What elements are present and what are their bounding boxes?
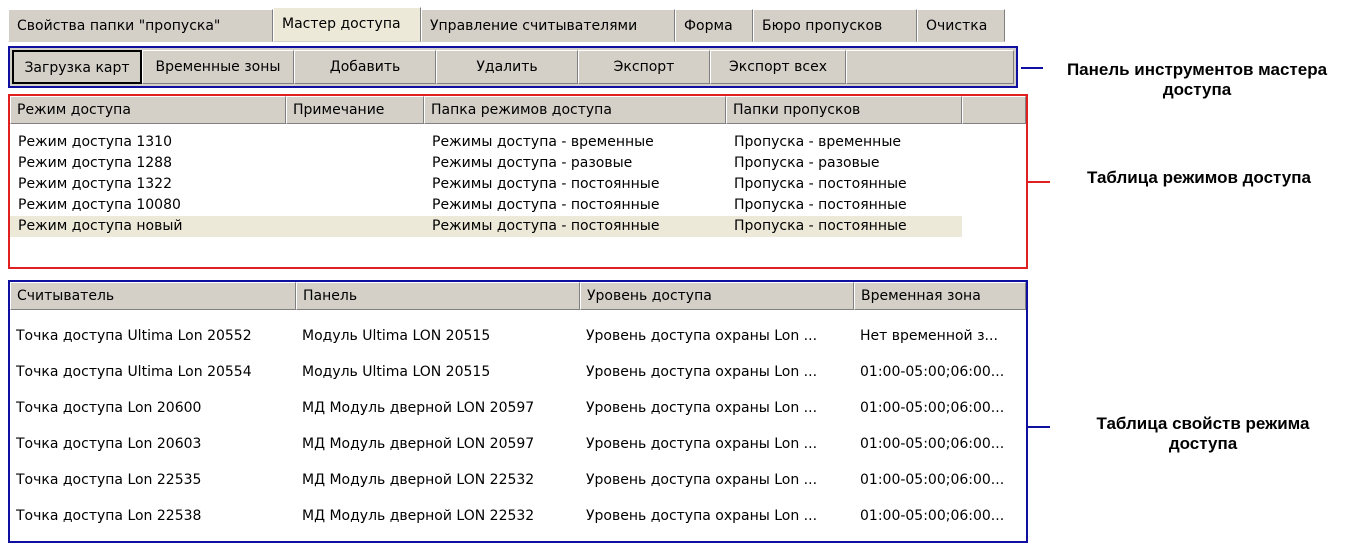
mode-name-cell: Режим доступа 1322 <box>18 176 172 192</box>
tab-folder-properties[interactable]: Свойства папки "пропуска" <box>8 9 273 42</box>
column-header-mode[interactable]: Режим доступа <box>10 96 286 124</box>
pass-folder-cell: Пропуска - постоянные <box>726 216 962 237</box>
table-row[interactable]: Точка доступа Lon 20603 МД Модуль дверной… <box>10 426 1026 462</box>
panel-cell: МД Модуль дверной LON 22532 <box>302 472 535 488</box>
reader-cell: Точка доступа Lon 22538 <box>16 508 202 524</box>
column-header-empty <box>962 96 1026 124</box>
mode-folder-cell: Режимы доступа - разовые <box>432 155 633 171</box>
add-button[interactable]: Добавить <box>294 50 436 84</box>
table-row[interactable]: Точка доступа Lon 22538 МД Модуль дверной… <box>10 498 1026 534</box>
access-level-cell: Уровень доступа охраны Lon ... <box>586 436 818 452</box>
table-row[interactable]: Режим доступа новый Режимы доступа - пост… <box>10 216 1026 237</box>
time-zone-cell: Нет временной з... <box>860 328 998 344</box>
modes-table-callout: Таблица режимов доступа <box>1087 168 1311 187</box>
time-zone-cell: 01:00-05:00;06:00... <box>860 364 1005 380</box>
export-button[interactable]: Экспорт <box>578 50 710 84</box>
mode-folder-cell: Режимы доступа - постоянные <box>432 176 660 192</box>
time-zone-cell: 01:00-05:00;06:00... <box>860 472 1005 488</box>
modes-pointer-line <box>1028 181 1050 183</box>
table-row[interactable]: Режим доступа 10080 Режимы доступа - пост… <box>10 195 1026 216</box>
table-row[interactable]: Точка доступа Ultima Lon 20554 Модуль Ult… <box>10 354 1026 390</box>
toolbar-pointer-line <box>1021 67 1043 69</box>
access-modes-table: Режим доступа Примечание Папка режимов д… <box>8 94 1028 269</box>
column-header-reader[interactable]: Считыватель <box>10 282 296 310</box>
column-header-mode-folder[interactable]: Папка режимов доступа <box>424 96 726 124</box>
time-zone-cell: 01:00-05:00;06:00... <box>860 400 1005 416</box>
reader-cell: Точка доступа Ultima Lon 20554 <box>16 364 252 380</box>
mode-name-cell: Режим доступа 10080 <box>18 197 181 213</box>
mode-note-cell <box>286 153 424 174</box>
column-header-time-zone[interactable]: Временная зона <box>854 282 1026 310</box>
pass-folder-cell: Пропуска - временные <box>734 134 902 150</box>
panel-cell: Модуль Ultima LON 20515 <box>302 328 491 344</box>
mode-folder-cell: Режимы доступа - постоянные <box>432 197 660 213</box>
delete-button[interactable]: Удалить <box>436 50 578 84</box>
mode-name-cell: Режим доступа 1310 <box>18 134 172 150</box>
time-zone-cell: 01:00-05:00;06:00... <box>860 436 1005 452</box>
props-table-callout: Таблица свойств режима доступа <box>1096 414 1310 453</box>
time-zones-button[interactable]: Временные зоны <box>142 50 294 84</box>
column-header-note[interactable]: Примечание <box>286 96 424 124</box>
tab-reader-management[interactable]: Управление считывателями <box>421 9 675 42</box>
reader-cell: Точка доступа Lon 20600 <box>16 400 202 416</box>
panel-cell: МД Модуль дверной LON 22532 <box>302 508 535 524</box>
tab-form[interactable]: Форма <box>675 9 753 42</box>
access-level-cell: Уровень доступа охраны Lon ... <box>586 472 818 488</box>
access-level-cell: Уровень доступа охраны Lon ... <box>586 508 818 524</box>
mode-note-cell <box>286 174 424 195</box>
column-header-panel[interactable]: Панель <box>296 282 580 310</box>
mode-note-cell <box>286 132 424 153</box>
props-pointer-line <box>1028 426 1050 428</box>
mode-folder-cell: Режимы доступа - постоянные <box>424 216 726 237</box>
tab-cleanup[interactable]: Очистка <box>917 9 1005 42</box>
toolbar-spacer <box>846 50 1014 84</box>
table-row[interactable]: Точка доступа Ultima Lon 20552 Модуль Ult… <box>10 318 1026 354</box>
toolbar-callout: Панель инструментов мастера доступа <box>1066 60 1328 99</box>
reader-cell: Точка доступа Ultima Lon 20552 <box>16 328 252 344</box>
access-level-cell: Уровень доступа охраны Lon ... <box>586 364 818 380</box>
mode-properties-table: Считыватель Панель Уровень доступа Време… <box>8 280 1028 543</box>
pass-folder-cell: Пропуска - разовые <box>734 155 880 171</box>
table-row[interactable]: Точка доступа Lon 22535 МД Модуль дверной… <box>10 462 1026 498</box>
table-row[interactable]: Режим доступа 1310 Режимы доступа - време… <box>10 132 1026 153</box>
table-row[interactable]: Точка доступа Lon 20600 МД Модуль дверной… <box>10 390 1026 426</box>
mode-note-cell <box>286 216 424 237</box>
mode-name-cell: Режим доступа новый <box>10 216 286 237</box>
panel-cell: МД Модуль дверной LON 20597 <box>302 400 535 416</box>
access-level-cell: Уровень доступа охраны Lon ... <box>586 400 818 416</box>
table-header: Считыватель Панель Уровень доступа Време… <box>10 282 1026 310</box>
access-wizard-toolbar: Загрузка карт Временные зоны Добавить Уд… <box>8 46 1018 88</box>
time-zone-cell: 01:00-05:00;06:00... <box>860 508 1005 524</box>
pass-folder-cell: Пропуска - постоянные <box>734 176 907 192</box>
column-header-pass-folders[interactable]: Папки пропусков <box>726 96 962 124</box>
panel-cell: МД Модуль дверной LON 20597 <box>302 436 535 452</box>
mode-note-cell <box>286 195 424 216</box>
mode-name-cell: Режим доступа 1288 <box>18 155 172 171</box>
table-row[interactable]: Режим доступа 1322 Режимы доступа - посто… <box>10 174 1026 195</box>
export-all-button[interactable]: Экспорт всех <box>710 50 846 84</box>
table-row[interactable]: Режим доступа 1288 Режимы доступа - разов… <box>10 153 1026 174</box>
pass-folder-cell: Пропуска - постоянные <box>734 197 907 213</box>
column-header-access-level[interactable]: Уровень доступа <box>580 282 854 310</box>
reader-cell: Точка доступа Lon 20603 <box>16 436 202 452</box>
tab-access-wizard[interactable]: Мастер доступа <box>273 7 421 42</box>
reader-cell: Точка доступа Lon 22535 <box>16 472 202 488</box>
tab-pass-bureau[interactable]: Бюро пропусков <box>753 9 917 42</box>
access-level-cell: Уровень доступа охраны Lon ... <box>586 328 818 344</box>
table-header: Режим доступа Примечание Папка режимов д… <box>10 96 1026 124</box>
mode-folder-cell: Режимы доступа - временные <box>432 134 654 150</box>
tab-strip: Свойства папки "пропуска" Мастер доступа… <box>8 7 1005 42</box>
load-cards-button[interactable]: Загрузка карт <box>12 50 142 84</box>
panel-cell: Модуль Ultima LON 20515 <box>302 364 491 380</box>
